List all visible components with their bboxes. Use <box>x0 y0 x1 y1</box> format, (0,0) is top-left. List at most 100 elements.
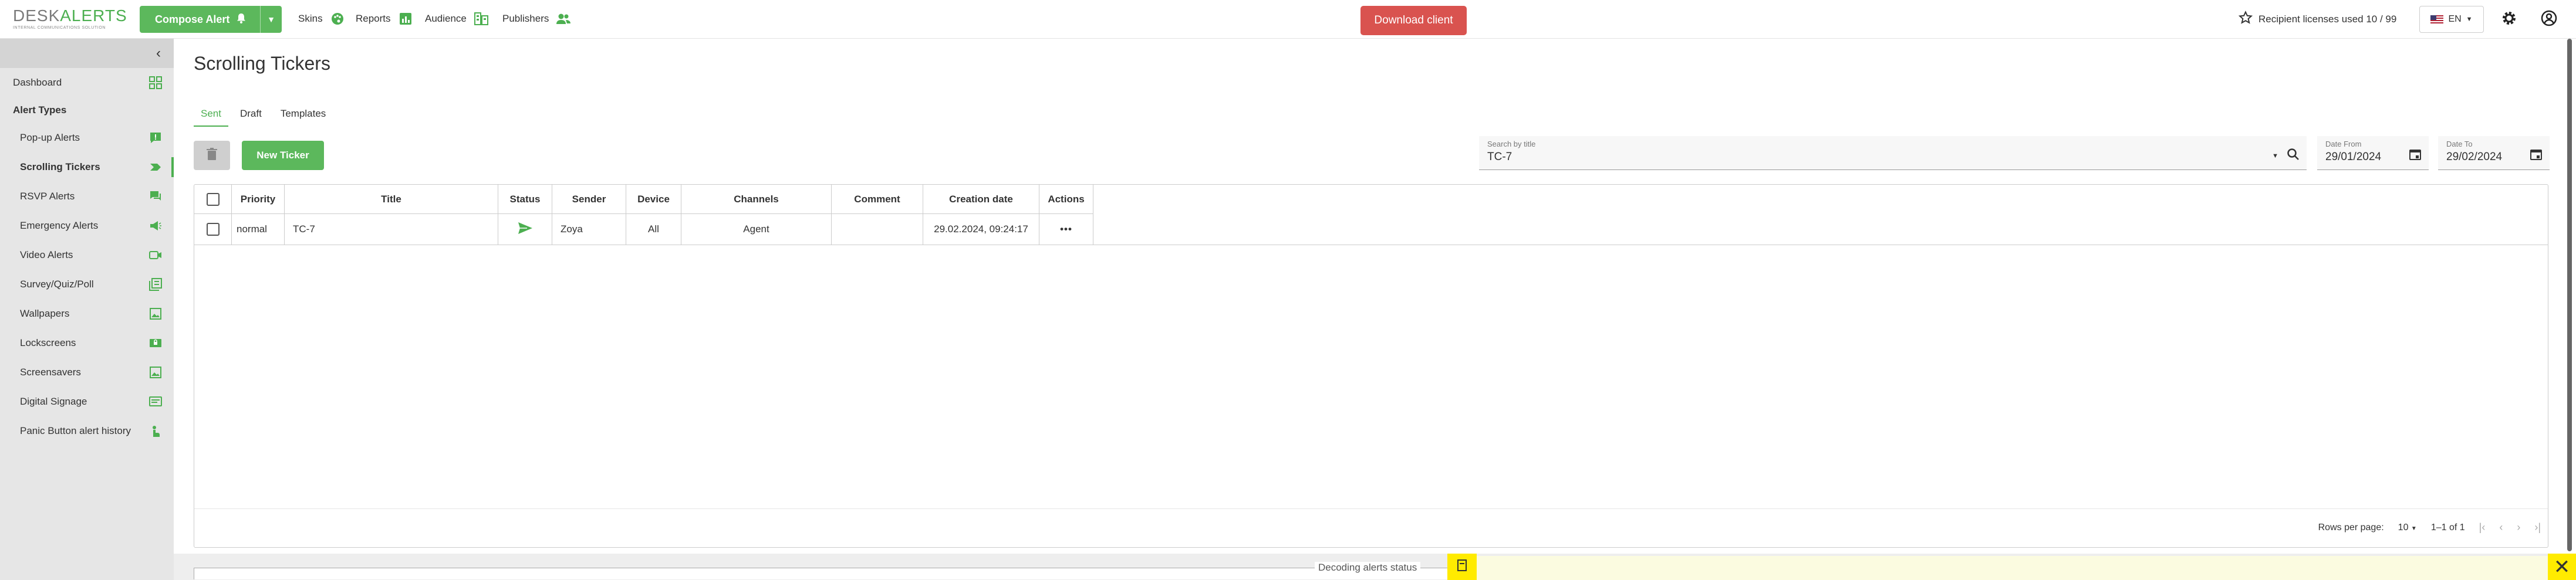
table-pagination: Rows per page: 10 ▼ 1–1 of 1 |‹ ‹ › ›| <box>2318 521 2541 534</box>
nav-audience-label: Audience <box>425 13 467 24</box>
cell-channels: Agent <box>681 214 832 245</box>
settings-gear-icon[interactable] <box>2499 8 2519 28</box>
building-icon <box>474 11 489 26</box>
logo-tagline: INTERNAL COMMUNICATIONS SOLUTION <box>13 26 106 30</box>
sidebar-item-screensavers[interactable]: Screensavers <box>0 358 174 387</box>
trash-icon <box>207 147 217 164</box>
sidebar-item-label: Lockscreens <box>20 337 76 348</box>
delete-button[interactable] <box>194 141 230 170</box>
row-actions-menu-icon[interactable]: ••• <box>1039 214 1093 245</box>
bell-plus-icon <box>235 12 247 27</box>
calendar-icon[interactable] <box>2530 148 2543 164</box>
sidebar-item-scrolling-tickers[interactable]: Scrolling Tickers <box>0 152 174 182</box>
download-client-button[interactable]: Download client <box>1360 6 1467 35</box>
date-to-field[interactable]: Date To <box>2438 136 2550 170</box>
select-all-checkbox[interactable] <box>206 192 220 206</box>
download-client-label: Download client <box>1374 14 1453 26</box>
sidebar-item-wallpapers[interactable]: Wallpapers <box>0 299 174 328</box>
sidebar-item-video-alerts[interactable]: Video Alerts <box>0 240 174 270</box>
date-to-input[interactable] <box>2446 149 2517 165</box>
new-ticker-button[interactable]: New Ticker <box>242 141 324 170</box>
megaphone-icon <box>148 218 163 233</box>
caret-down-icon: ▼ <box>2466 16 2473 23</box>
new-ticker-label: New Ticker <box>256 150 309 161</box>
close-icon: ✕ <box>2553 555 2571 578</box>
sidebar-item-rsvp-alerts[interactable]: RSVP Alerts <box>0 182 174 211</box>
nav-audience[interactable]: Audience <box>425 9 489 28</box>
column-header-actions: Actions <box>1039 185 1093 213</box>
page-title: Scrolling Tickers <box>194 53 330 74</box>
row-checkbox[interactable] <box>206 223 220 236</box>
caret-down-icon[interactable]: ▼ <box>2272 152 2278 160</box>
column-header-priority[interactable]: Priority <box>232 185 285 213</box>
top-bar: DESKALERTS INTERNAL COMMUNICATIONS SOLUT… <box>0 0 2576 39</box>
column-header-device[interactable]: Device <box>626 185 681 213</box>
column-header-sender[interactable]: Sender <box>552 185 626 213</box>
first-page-icon[interactable]: |‹ <box>2479 521 2486 534</box>
column-header-title[interactable]: Title <box>285 185 498 213</box>
status-close-button[interactable]: ✕ <box>2548 554 2576 580</box>
calendar-icon[interactable] <box>2409 148 2422 164</box>
recipient-licenses: Recipient licenses used 10 / 99 <box>2238 11 2396 28</box>
search-field-label: Search by title <box>1487 140 1536 148</box>
sidebar-item-survey-quiz-poll[interactable]: Survey/Quiz/Poll <box>0 270 174 299</box>
column-header-channels[interactable]: Channels <box>681 185 832 213</box>
logo-text-alerts: ALERTS <box>60 6 127 25</box>
video-icon <box>148 247 163 263</box>
table-header: Priority Title Status Sender Device Chan… <box>194 185 1093 214</box>
rows-per-page-value: 10 <box>2398 522 2409 532</box>
nav-reports[interactable]: Reports <box>356 9 413 28</box>
users-icon <box>556 11 571 26</box>
column-header-status[interactable]: Status <box>498 185 552 213</box>
tab-draft[interactable]: Draft <box>233 104 269 127</box>
table-row[interactable]: normal TC-7 Zoya All Agent 29.02.2024, 0… <box>194 214 1093 245</box>
lockscreen-icon <box>148 335 163 351</box>
status-toggle-button[interactable] <box>1447 554 1477 580</box>
star-outline-icon <box>2238 11 2253 28</box>
tab-templates[interactable]: Templates <box>274 104 333 127</box>
compose-dropdown-toggle[interactable]: ▼ <box>260 6 282 33</box>
palette-icon <box>330 11 345 26</box>
popup-alert-icon <box>148 130 163 145</box>
rows-per-page-select[interactable]: 10 ▼ <box>2398 523 2417 533</box>
caret-down-icon: ▼ <box>2410 525 2417 532</box>
search-by-title-field[interactable]: Search by title ▼ <box>1479 136 2307 170</box>
sidebar-item-panic-button-history[interactable]: Panic Button alert history <box>0 416 174 446</box>
page-scrollbar[interactable] <box>2567 39 2572 551</box>
date-from-field[interactable]: Date From <box>2317 136 2429 170</box>
cell-device: All <box>626 214 681 245</box>
sidebar-item-label: Survey/Quiz/Poll <box>20 279 94 290</box>
sidebar-item-label: RSVP Alerts <box>20 191 75 202</box>
language-selector[interactable]: EN ▼ <box>2419 6 2484 33</box>
panic-button-icon <box>148 423 163 439</box>
sent-paper-plane-icon <box>518 222 533 238</box>
sidebar-item-popup-alerts[interactable]: Pop-up Alerts <box>0 123 174 152</box>
deskalerts-logo[interactable]: DESKALERTS INTERNAL COMMUNICATIONS SOLUT… <box>13 7 128 30</box>
last-page-icon[interactable]: ›| <box>2534 521 2541 534</box>
search-icon[interactable] <box>2287 148 2300 164</box>
rsvp-icon <box>148 189 163 204</box>
status-highlight-area <box>1450 556 2576 580</box>
nav-publishers-label: Publishers <box>502 13 549 24</box>
compose-alert-button[interactable]: Compose Alert ▼ <box>140 6 282 33</box>
previous-page-icon[interactable]: ‹ <box>2499 521 2503 534</box>
cell-title[interactable]: TC-7 <box>285 214 498 245</box>
nav-publishers[interactable]: Publishers <box>502 9 571 28</box>
column-header-comment[interactable]: Comment <box>832 185 923 213</box>
search-input[interactable] <box>1487 149 2067 165</box>
sidebar-item-lockscreens[interactable]: Lockscreens <box>0 328 174 358</box>
sidebar-item-label: Video Alerts <box>20 249 73 260</box>
sidebar-item-emergency-alerts[interactable]: Emergency Alerts <box>0 211 174 240</box>
nav-skins[interactable]: Skins <box>298 9 345 28</box>
sidebar-item-label: Emergency Alerts <box>20 220 99 231</box>
sidebar-item-digital-signage[interactable]: Digital Signage <box>0 387 174 416</box>
sidebar-collapse-button[interactable]: ‹ <box>0 39 174 68</box>
next-page-icon[interactable]: › <box>2517 521 2520 534</box>
column-header-creation-date[interactable]: Creation date <box>923 185 1039 213</box>
chart-icon <box>398 11 413 26</box>
date-from-input[interactable] <box>2325 149 2396 165</box>
tab-sent[interactable]: Sent <box>194 104 228 127</box>
sidebar-item-dashboard[interactable]: Dashboard <box>0 68 174 97</box>
account-circle-icon[interactable] <box>2539 8 2559 28</box>
select-all-cell <box>194 185 232 213</box>
